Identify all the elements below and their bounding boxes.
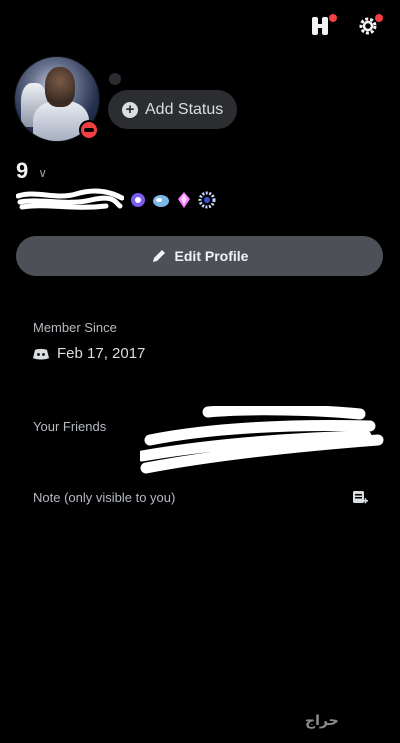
discord-logo-icon	[33, 348, 49, 359]
gem-badge-icon[interactable]	[175, 191, 193, 209]
top-icon-bar	[310, 14, 383, 38]
plus-icon: +	[122, 101, 138, 118]
settings-icon[interactable]	[356, 14, 383, 38]
member-since-label: Member Since	[33, 320, 117, 335]
edit-profile-label: Edit Profile	[174, 248, 249, 264]
redacted-username	[16, 188, 124, 210]
chevron-down-icon[interactable]: ∨	[38, 166, 47, 180]
add-note-icon[interactable]	[352, 490, 368, 506]
note-label[interactable]: Note (only visible to you)	[33, 490, 175, 505]
wreath-badge-icon[interactable]	[198, 191, 216, 209]
member-since-row: Feb 17, 2017	[33, 345, 145, 362]
notification-dot	[375, 14, 383, 22]
add-status-button[interactable]: + Add Status	[108, 90, 237, 129]
username-badges-row	[16, 188, 216, 212]
pencil-icon	[152, 250, 165, 262]
notification-dot	[329, 14, 337, 22]
your-friends-label[interactable]: Your Friends	[33, 419, 106, 434]
display-name-row[interactable]: 9 ∨	[16, 158, 47, 184]
nitro-badge-icon[interactable]	[129, 191, 147, 209]
edit-profile-button[interactable]: Edit Profile	[16, 236, 383, 276]
display-name: 9	[16, 158, 29, 183]
member-since-date: Feb 17, 2017	[57, 345, 146, 362]
redacted-friends	[140, 406, 384, 474]
server-boost-badge-icon[interactable]	[152, 191, 170, 209]
nitro-icon[interactable]	[310, 14, 337, 38]
status-bubble-tail	[109, 73, 121, 85]
add-status-label: Add Status	[145, 100, 224, 118]
avatar-container[interactable]	[14, 56, 100, 142]
dnd-status-icon	[79, 120, 99, 140]
watermark-text: حراج	[305, 712, 339, 728]
